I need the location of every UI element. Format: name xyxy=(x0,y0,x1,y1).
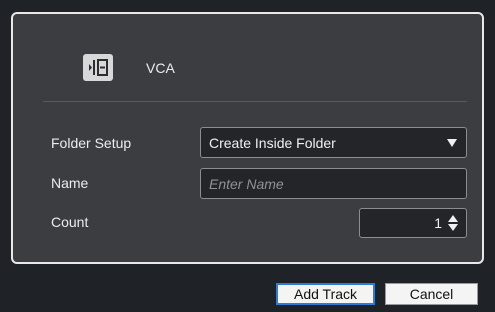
count-stepper[interactable]: 1 xyxy=(359,208,467,238)
folder-setup-select[interactable]: Create Inside Folder xyxy=(200,127,467,158)
track-type-label: VCA xyxy=(146,60,175,76)
stepper-arrows-icon[interactable] xyxy=(448,215,458,233)
increment-icon[interactable] xyxy=(448,215,458,222)
name-input[interactable] xyxy=(200,168,467,199)
dropdown-arrow-icon xyxy=(447,139,457,147)
cancel-button[interactable]: Cancel xyxy=(385,283,478,305)
add-track-dialog: VCA Folder Setup Create Inside Folder Na… xyxy=(0,0,495,312)
vca-folder-icon xyxy=(83,54,113,81)
folder-setup-value: Create Inside Folder xyxy=(209,135,336,151)
decrement-icon[interactable] xyxy=(448,224,458,231)
add-track-button[interactable]: Add Track xyxy=(276,283,375,305)
name-label: Name xyxy=(51,175,89,191)
count-value: 1 xyxy=(434,215,442,231)
section-divider xyxy=(43,101,467,102)
count-label: Count xyxy=(51,214,89,230)
folder-setup-label: Folder Setup xyxy=(51,135,132,151)
